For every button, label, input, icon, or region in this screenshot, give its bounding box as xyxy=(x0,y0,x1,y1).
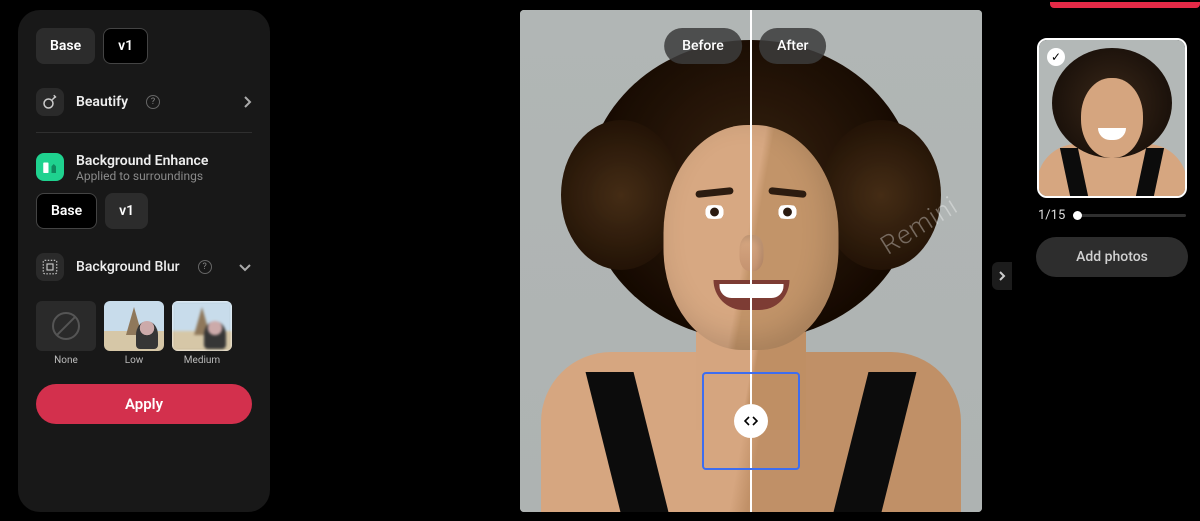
bg-enhance-subtitle: Applied to surroundings xyxy=(76,169,208,183)
selected-check-icon: ✓ xyxy=(1047,48,1065,66)
version-base-button[interactable]: Base xyxy=(36,28,95,64)
accent-strip xyxy=(1050,2,1200,8)
beautify-row[interactable]: Beautify ? xyxy=(36,78,252,126)
photo-counter-row: 1/15 xyxy=(1030,208,1194,223)
info-icon[interactable]: ? xyxy=(198,260,212,274)
bg-enhance-row: Background Enhance Applied to surroundin… xyxy=(36,143,252,187)
blur-none-label: None xyxy=(36,355,96,366)
blur-option-medium[interactable]: Medium xyxy=(172,301,232,366)
bg-blur-label: Background Blur xyxy=(76,259,180,275)
beautify-label: Beautify xyxy=(76,94,128,110)
bg-enhance-base-button[interactable]: Base xyxy=(36,193,97,229)
compare-slider-region xyxy=(702,372,800,470)
version-v1-button[interactable]: v1 xyxy=(103,28,148,64)
chevron-down-icon xyxy=(238,262,252,272)
before-tag: Before xyxy=(664,28,742,64)
version-selector: Base v1 xyxy=(36,28,252,64)
chevron-right-icon xyxy=(242,95,252,109)
divider xyxy=(36,132,252,133)
bg-enhance-icon xyxy=(36,153,64,181)
bg-blur-icon xyxy=(36,253,64,281)
none-icon xyxy=(52,312,80,340)
bg-blur-row[interactable]: Background Blur ? xyxy=(36,243,252,291)
add-photos-button[interactable]: Add photos xyxy=(1036,237,1188,277)
bg-enhance-title: Background Enhance xyxy=(76,153,208,169)
photo-scrollbar[interactable] xyxy=(1073,214,1186,217)
settings-panel: Base v1 Beautify ? Background Enhance Ap… xyxy=(18,10,270,512)
photo-rail: ✓ 1/15 Add photos xyxy=(1024,10,1200,512)
blur-medium-label: Medium xyxy=(172,355,232,366)
bg-blur-options: None Low Medium xyxy=(36,301,252,366)
compare-slider-handle[interactable] xyxy=(734,404,768,438)
info-icon[interactable]: ? xyxy=(146,95,160,109)
beautify-icon xyxy=(36,88,64,116)
blur-option-none[interactable]: None xyxy=(36,301,96,366)
blur-low-label: Low xyxy=(104,355,164,366)
photo-thumbnail[interactable]: ✓ xyxy=(1037,38,1187,198)
after-tag: After xyxy=(759,28,826,64)
bg-enhance-v1-button[interactable]: v1 xyxy=(105,193,148,229)
photo-counter: 1/15 xyxy=(1038,208,1065,223)
blur-option-low[interactable]: Low xyxy=(104,301,164,366)
expand-rail-button[interactable] xyxy=(992,262,1012,290)
compare-canvas[interactable]: Remini Before After xyxy=(520,10,982,512)
apply-button[interactable]: Apply xyxy=(36,384,252,424)
bg-enhance-options: Base v1 xyxy=(36,193,252,229)
